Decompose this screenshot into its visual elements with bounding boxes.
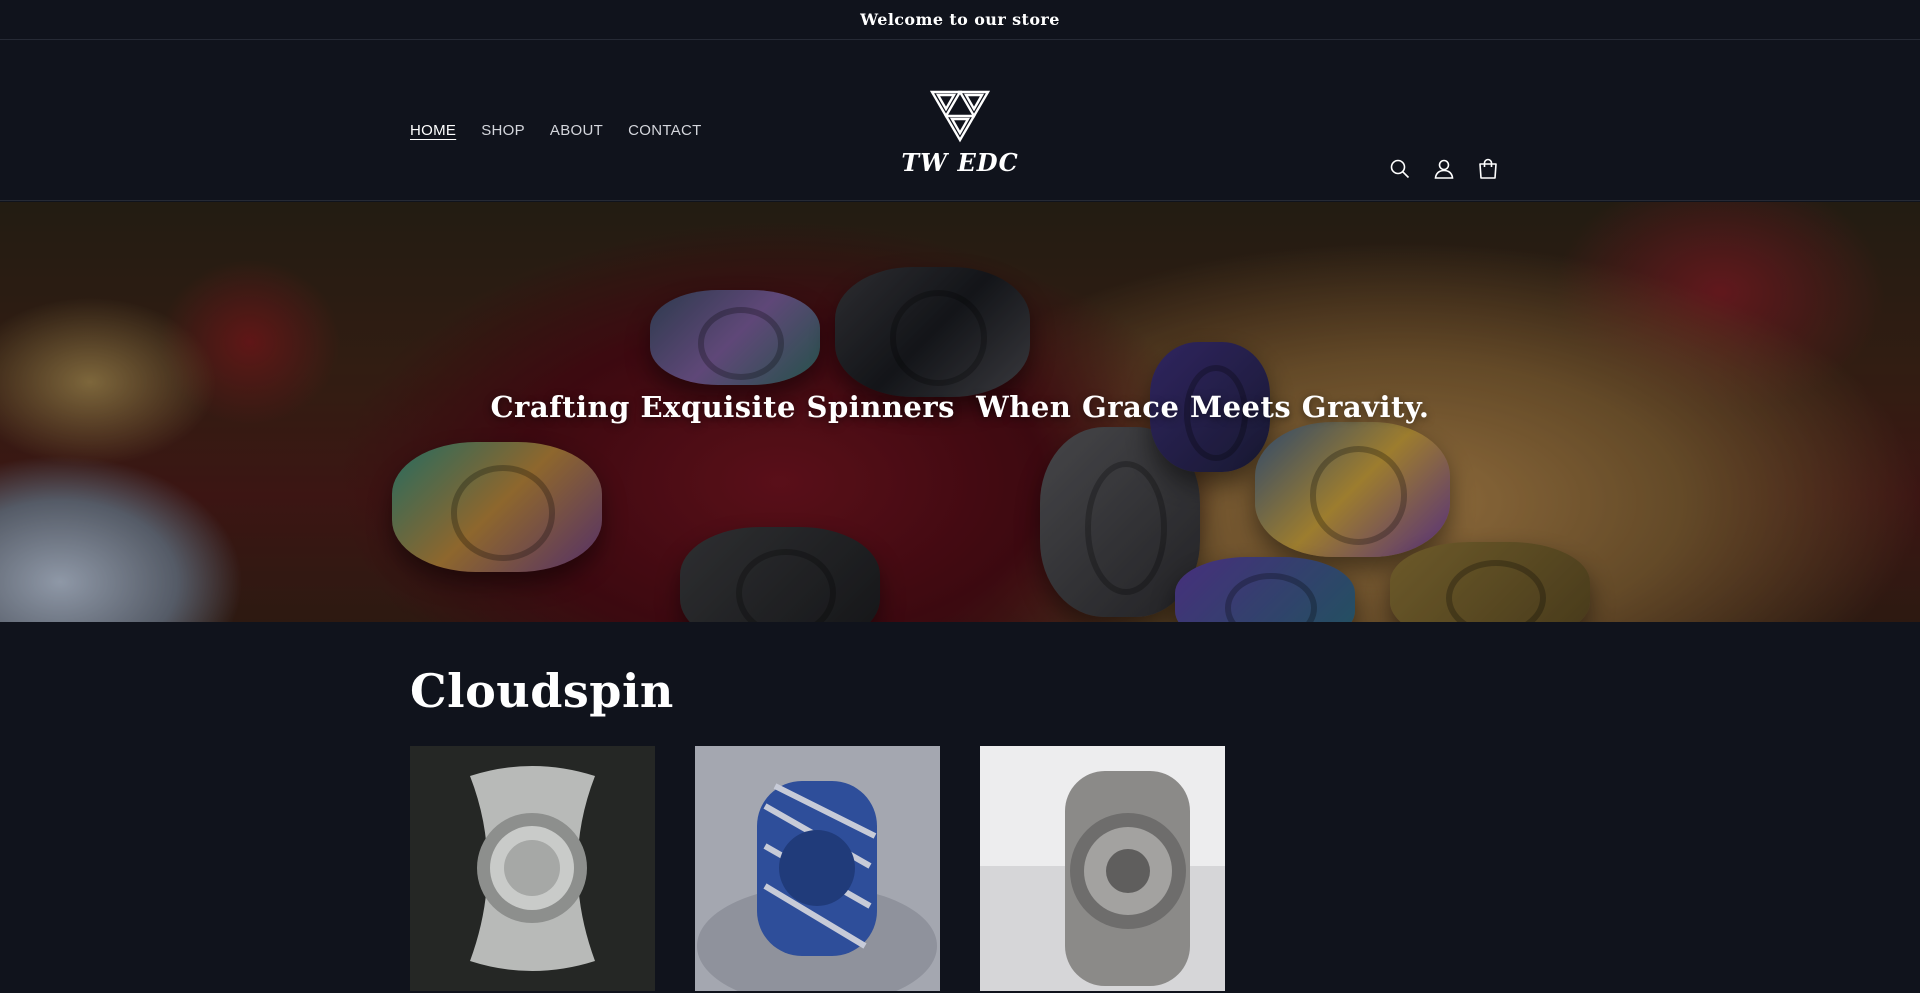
hero-spinner-4 — [680, 527, 880, 622]
store-logo[interactable]: TW EDC — [900, 88, 1020, 177]
nav-contact[interactable]: CONTACT — [628, 122, 701, 139]
nav-home[interactable]: HOME — [410, 122, 456, 139]
product-image — [980, 746, 1225, 991]
product-card[interactable] — [695, 746, 940, 991]
hero-spinner-9 — [1175, 557, 1355, 622]
site-header: HOME SHOP ABOUT CONTACT TW EDC — [0, 40, 1920, 201]
collection-title[interactable]: Cloudspin — [410, 664, 674, 718]
hero-banner: Crafting Exquisite Spinners When Grace M… — [0, 202, 1920, 622]
hero-spinner-2 — [835, 267, 1030, 397]
announcement-text: Welcome to our store — [860, 10, 1060, 29]
product-card[interactable] — [980, 746, 1225, 991]
logo-text: TW EDC — [901, 148, 1019, 177]
product-card[interactable] — [410, 746, 655, 991]
triangle-logo-icon — [929, 90, 991, 143]
nav-about[interactable]: ABOUT — [550, 122, 603, 139]
hero-spinner-7 — [1255, 422, 1450, 557]
cart-icon[interactable] — [1476, 157, 1500, 181]
header-icons — [1388, 157, 1500, 181]
search-icon[interactable] — [1388, 157, 1412, 181]
product-image — [410, 746, 655, 991]
hero-title: Crafting Exquisite Spinners When Grace M… — [490, 390, 1430, 424]
hero-spinner-3 — [392, 442, 602, 572]
product-grid — [410, 746, 1225, 991]
nav-shop[interactable]: SHOP — [481, 122, 525, 139]
main-nav: HOME SHOP ABOUT CONTACT — [410, 122, 702, 139]
hero-spinner-5 — [1040, 427, 1200, 617]
account-icon[interactable] — [1432, 157, 1456, 181]
hero-spinner-8 — [1390, 542, 1590, 622]
product-image — [695, 746, 940, 991]
announcement-bar: Welcome to our store — [0, 0, 1920, 40]
hero-spinner-1 — [650, 290, 820, 385]
